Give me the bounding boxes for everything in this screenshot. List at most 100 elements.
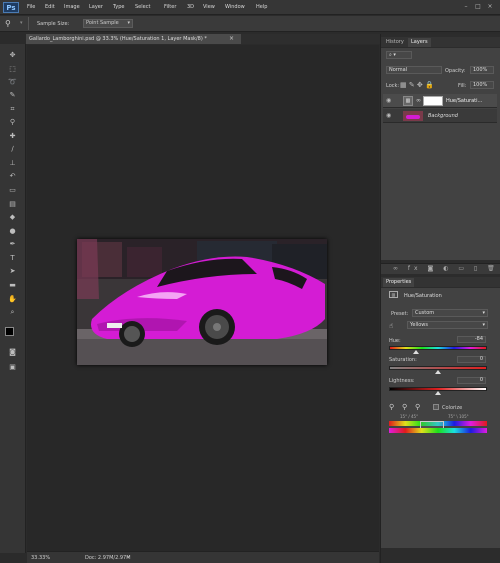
- menu-edit[interactable]: Edit: [45, 3, 55, 12]
- type-tool-icon[interactable]: T: [7, 253, 18, 263]
- lightness-value: 0: [479, 377, 483, 383]
- hand-target-icon[interactable]: ☝: [389, 322, 393, 330]
- quick-mask-icon[interactable]: ◙: [7, 347, 18, 357]
- opacity-value: 100%: [473, 67, 488, 73]
- lock-icons[interactable]: ▦ ✎ ✥ 🔒: [400, 81, 434, 89]
- quick-selection-tool-icon[interactable]: ✎: [7, 90, 18, 100]
- close-window-button[interactable]: ×: [486, 3, 494, 11]
- maximize-button[interactable]: □: [474, 3, 482, 11]
- screen-mode-icon[interactable]: ▣: [7, 362, 18, 372]
- foreground-color-swatch[interactable]: [5, 327, 14, 336]
- path-selection-tool-icon[interactable]: ➤: [7, 266, 18, 276]
- blend-mode-value: Normal: [389, 67, 408, 73]
- layer-name: Hue/Saturati...: [446, 98, 483, 104]
- tab-history[interactable]: History: [383, 38, 407, 47]
- layer-actions-icons[interactable]: ∞ fx ◙ ◐ ▭ ▯ 🗑: [393, 265, 499, 272]
- eye-icon[interactable]: ◉: [386, 112, 393, 119]
- car-thumb-shape: [406, 115, 420, 119]
- menu-filter[interactable]: Filter: [164, 3, 176, 12]
- document-tab[interactable]: Gallardo_Lamborghini.psd @ 33.3% (Hue/Sa…: [26, 34, 241, 44]
- hue-saturation-icon: ▥: [389, 291, 398, 298]
- saturation-label: Saturation:: [389, 357, 417, 363]
- marquee-tool-icon[interactable]: ⬚: [7, 64, 18, 74]
- gradient-tool-icon[interactable]: ▤: [7, 199, 18, 209]
- menu-file[interactable]: File: [27, 3, 35, 12]
- layer-row-background[interactable]: ◉ Background: [383, 109, 497, 123]
- chevron-down-icon[interactable]: ▾: [20, 20, 23, 26]
- tab-properties[interactable]: Properties: [383, 278, 415, 287]
- search-icon: ⌕ ▾: [389, 52, 396, 58]
- shape-tool-icon[interactable]: ▬: [7, 280, 18, 290]
- crop-tool-icon[interactable]: ⌗: [7, 104, 18, 114]
- eyedropper-minus-icon[interactable]: ⚲: [415, 403, 420, 411]
- eyedropper-tool-icon[interactable]: ⚲: [7, 117, 18, 127]
- layer-row-hue-saturation[interactable]: ◉ ▥ ∞ Hue/Saturati...: [383, 94, 497, 108]
- divider: [28, 17, 29, 30]
- lightness-label: Lightness:: [389, 378, 415, 384]
- lightness-slider[interactable]: [389, 387, 487, 395]
- document-tab-title: Gallardo_Lamborghini.psd @ 33.3% (Hue/Sa…: [29, 36, 207, 42]
- saturation-input[interactable]: 0: [457, 356, 486, 363]
- eyedropper-tool-preset-icon[interactable]: ⚲: [5, 19, 11, 28]
- menu-view[interactable]: View: [203, 3, 215, 12]
- opacity-input[interactable]: 100%: [470, 66, 494, 74]
- tab-layers[interactable]: Layers: [408, 38, 431, 47]
- layer-mask-thumbnail[interactable]: [423, 96, 443, 106]
- slider-thumb[interactable]: [435, 370, 441, 374]
- colorize-checkbox[interactable]: [433, 404, 439, 410]
- preset-select[interactable]: Custom ▾: [412, 309, 488, 317]
- hue-input[interactable]: -84: [457, 336, 486, 343]
- menu-window[interactable]: Window: [225, 3, 245, 12]
- adjustment-layer-icon: ▥: [403, 96, 413, 106]
- chevron-right-icon[interactable]: ▸: [127, 554, 130, 560]
- colorize-label: Colorize: [442, 405, 463, 411]
- history-brush-tool-icon[interactable]: ↶: [7, 171, 18, 181]
- eraser-tool-icon[interactable]: ▭: [7, 185, 18, 195]
- move-tool-icon[interactable]: ✥: [7, 50, 18, 60]
- fill-label: Fill:: [458, 83, 467, 89]
- filter-kind-select[interactable]: ⌕ ▾: [386, 51, 412, 59]
- zoom-tool-icon[interactable]: ⌕: [7, 307, 18, 317]
- slider-thumb[interactable]: [435, 391, 441, 395]
- lasso-tool-icon[interactable]: ➰: [7, 77, 18, 87]
- channel-select[interactable]: Yellows ▾: [407, 321, 488, 329]
- sample-size-label: Sample Size:: [37, 21, 70, 27]
- menu-layer[interactable]: Layer: [89, 3, 103, 12]
- lightness-input[interactable]: 0: [457, 377, 486, 384]
- document-image[interactable]: [77, 239, 327, 365]
- eye-icon[interactable]: ◉: [386, 97, 393, 104]
- preset-label: Preset:: [391, 311, 409, 317]
- sample-size-select[interactable]: Point Sample ▾: [83, 19, 133, 28]
- fill-input[interactable]: 100%: [470, 81, 494, 89]
- slider-thumb[interactable]: [412, 350, 419, 354]
- menu-select[interactable]: Select: [135, 3, 150, 12]
- fill-value: 100%: [473, 82, 488, 88]
- zoom-level[interactable]: 33.33%: [31, 555, 50, 561]
- dodge-tool-icon[interactable]: ●: [7, 226, 18, 236]
- range-left-label: 15° / 45°: [400, 414, 419, 419]
- brush-tool-icon[interactable]: ∕: [7, 144, 18, 154]
- eyedropper-plus-icon[interactable]: ⚲: [402, 403, 407, 411]
- close-tab-icon[interactable]: ×: [229, 35, 234, 42]
- eyedropper-icon[interactable]: ⚲: [389, 403, 394, 411]
- color-range-bar-bottom: [389, 428, 487, 433]
- pen-tool-icon[interactable]: ✒: [7, 239, 18, 249]
- menu-help[interactable]: Help: [256, 3, 267, 12]
- saturation-slider[interactable]: [389, 366, 487, 374]
- hue-slider[interactable]: [389, 346, 487, 354]
- blur-tool-icon[interactable]: ◆: [7, 212, 18, 222]
- status-bar: 33.33% Doc: 2.97M/2.97M ▸: [27, 551, 379, 563]
- options-bar: ⚲ ▾ Sample Size: Point Sample ▾: [0, 16, 500, 32]
- menu-3d[interactable]: 3D: [187, 3, 194, 12]
- hand-tool-icon[interactable]: ✋: [7, 294, 18, 304]
- sample-size-value: Point Sample: [86, 20, 119, 26]
- minimize-button[interactable]: –: [462, 3, 470, 11]
- layers-panel: [381, 48, 500, 260]
- menu-type[interactable]: Type: [113, 3, 124, 12]
- menu-image[interactable]: Image: [64, 3, 80, 12]
- clone-stamp-tool-icon[interactable]: ⊥: [7, 158, 18, 168]
- layers-footer: ∞ fx ◙ ◐ ▭ ▯ 🗑: [381, 263, 500, 274]
- healing-brush-tool-icon[interactable]: ✚: [7, 131, 18, 141]
- opacity-label: Opacity:: [445, 68, 466, 74]
- blend-mode-select[interactable]: Normal: [386, 66, 442, 74]
